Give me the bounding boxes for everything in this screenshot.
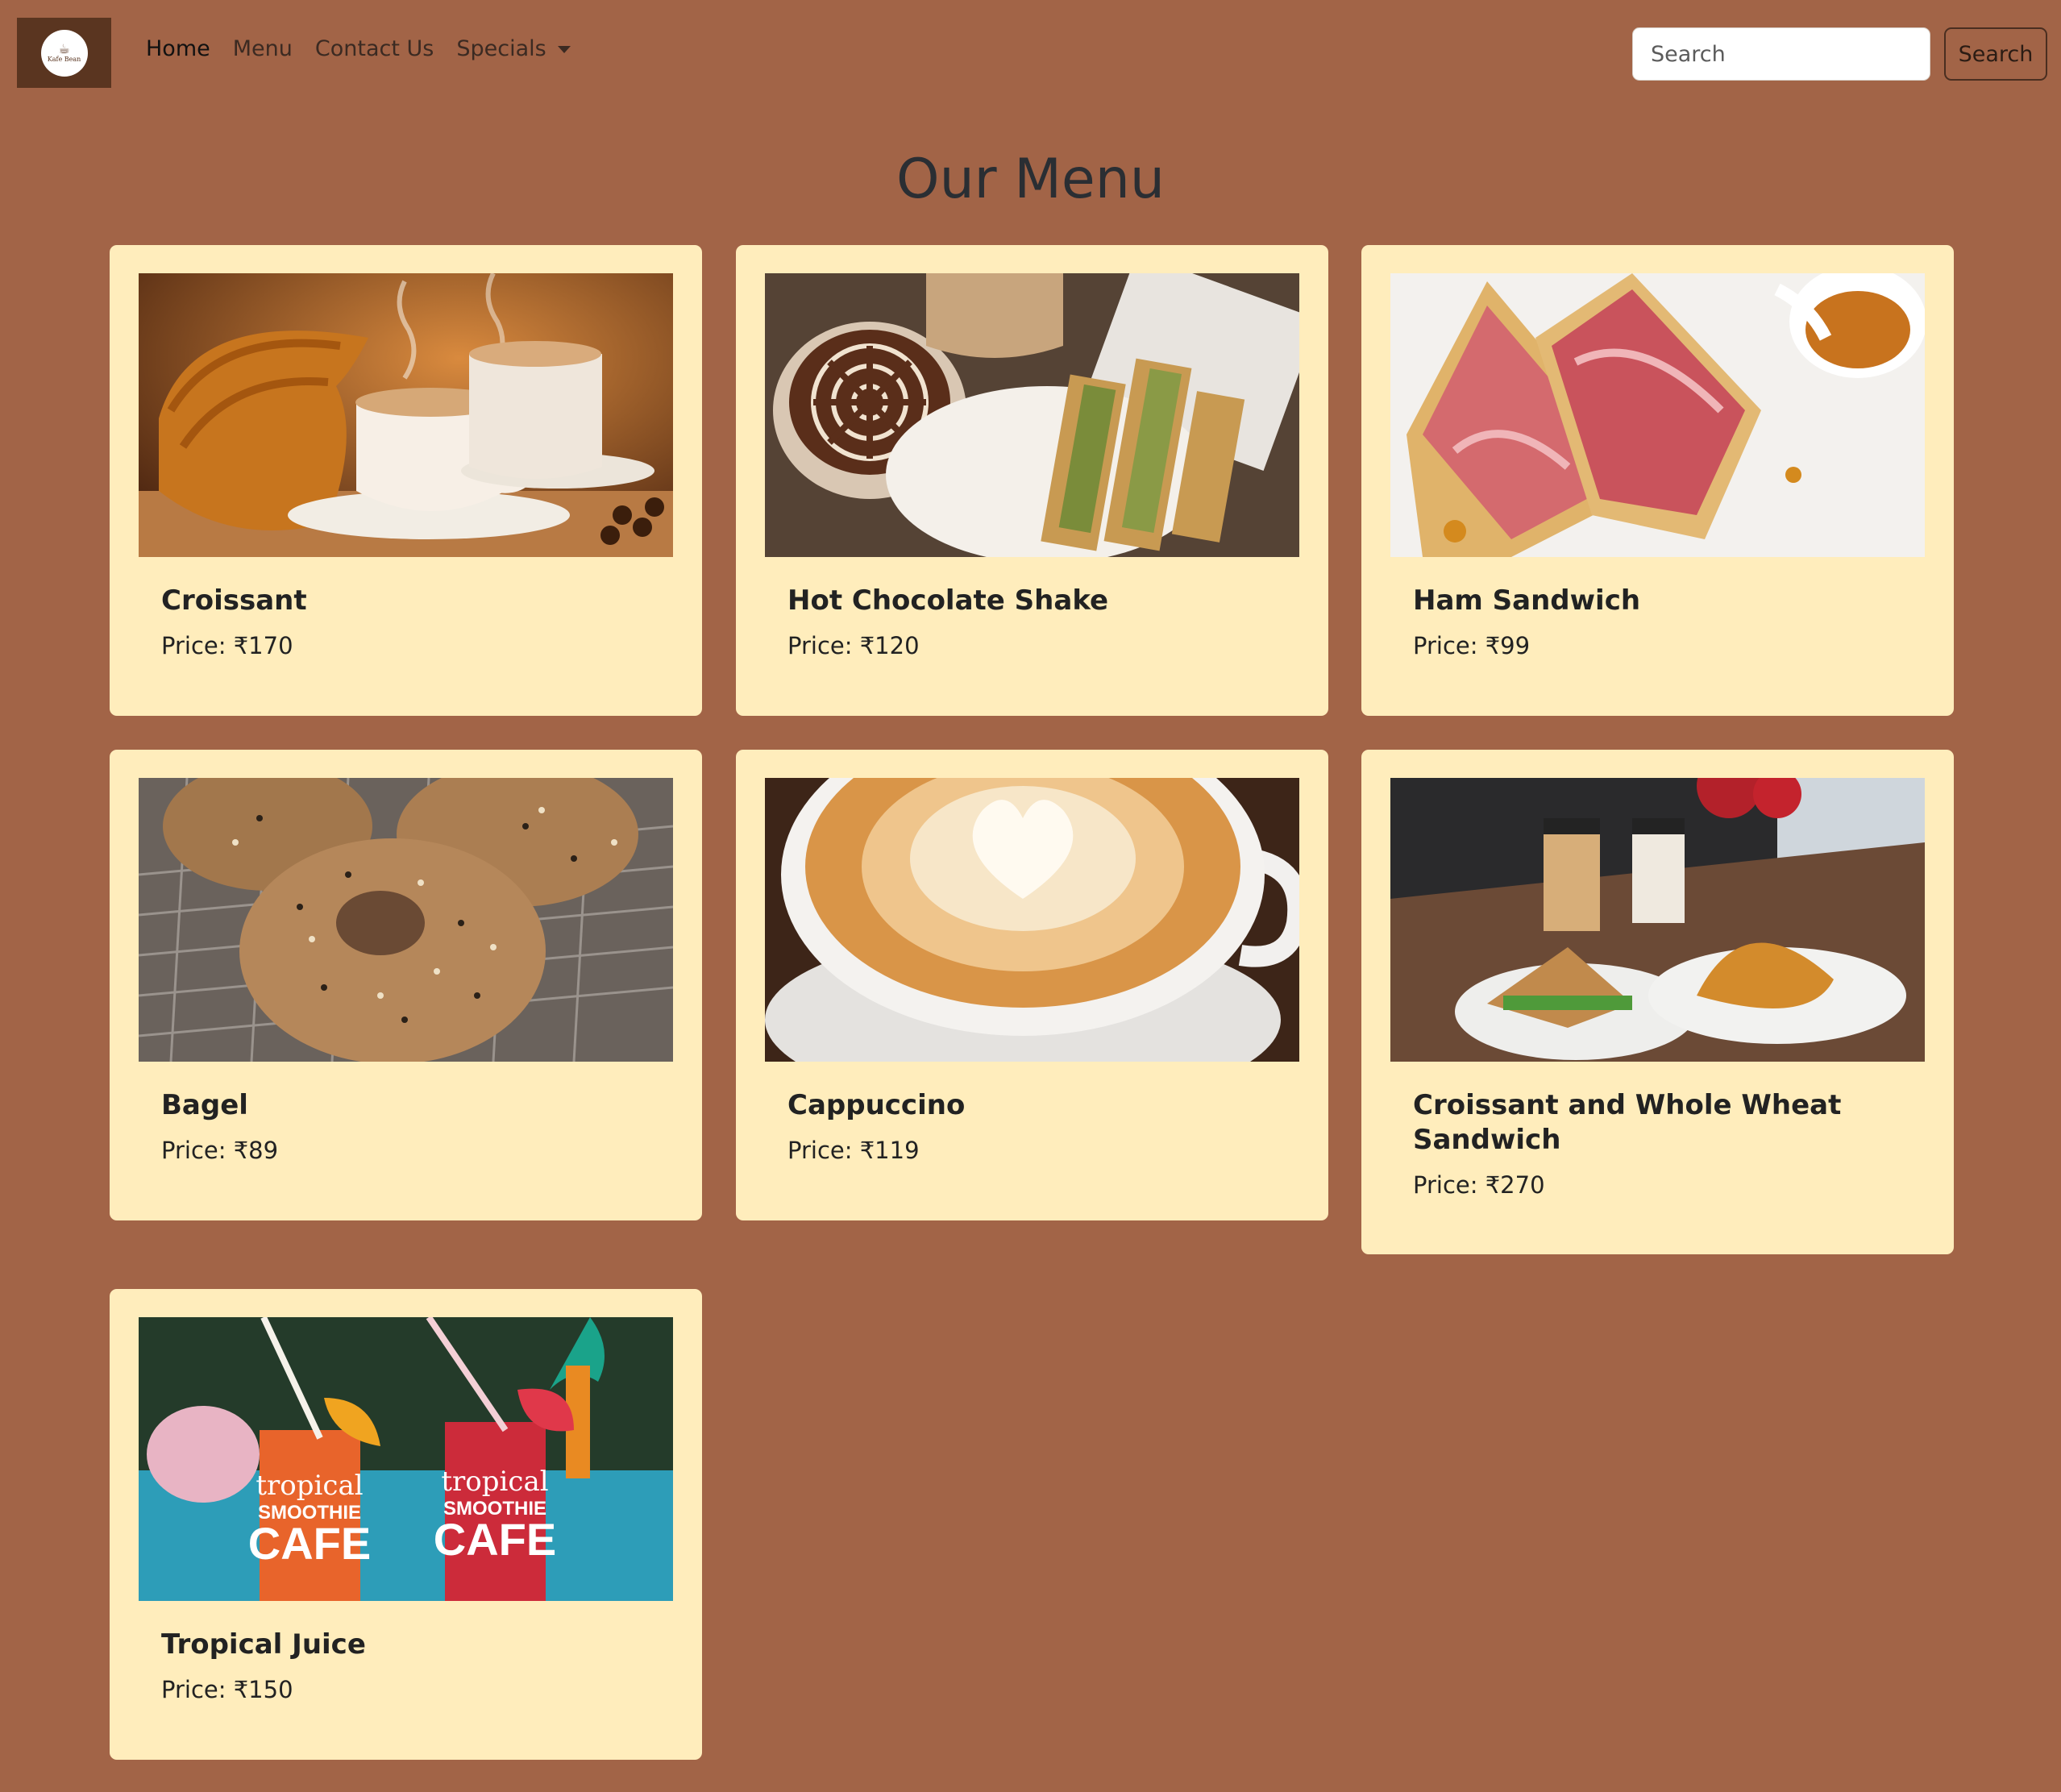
card-body: Hot Chocolate Shake Price: ₹120	[787, 584, 1279, 662]
item-price: Price: ₹120	[787, 632, 920, 659]
item-name: Ham Sandwich	[1413, 584, 1641, 617]
nav-links: Home Menu Contact Us Specials	[146, 36, 571, 61]
tropical-text: tropical	[441, 1466, 548, 1498]
tropical-text: tropical	[256, 1470, 363, 1502]
menu-card[interactable]: Ham Sandwich Price: ₹99	[1361, 245, 1954, 716]
bagel-image	[139, 778, 673, 1062]
menu-card[interactable]: Hot Chocolate Shake Price: ₹120	[736, 245, 1328, 716]
hot-chocolate-sandwich-image	[765, 273, 1299, 557]
card-body: Ham Sandwich Price: ₹99	[1413, 584, 1905, 662]
item-price: Price: ₹89	[161, 1137, 279, 1164]
search-input[interactable]	[1632, 27, 1930, 81]
item-name: Croissant	[161, 584, 307, 617]
card-body: Tropical Juice Price: ₹150	[161, 1628, 653, 1706]
nav-dropdown-specials-label: Specials	[456, 36, 546, 61]
logo-circle: ☕ Kafe Bean	[40, 29, 88, 77]
navbar: ☕ Kafe Bean Home Menu Contact Us Special…	[0, 0, 2061, 110]
item-price: Price: ₹99	[1413, 632, 1531, 659]
item-price: Price: ₹150	[161, 1676, 293, 1703]
menu-card[interactable]: tropical SMOOTHIE CAFE tropical SMOOTHIE…	[110, 1289, 702, 1760]
item-name: Hot Chocolate Shake	[787, 584, 1109, 617]
item-name: Cappuccino	[787, 1089, 966, 1121]
logo-text: Kafe Bean	[47, 56, 81, 63]
item-name: Tropical Juice	[161, 1628, 366, 1661]
nav-link-menu[interactable]: Menu	[233, 36, 293, 61]
cappuccino-image	[765, 778, 1299, 1062]
nav-dropdown-specials[interactable]: Specials	[456, 36, 571, 61]
tropical-juice-image: tropical SMOOTHIE CAFE tropical SMOOTHIE…	[139, 1317, 673, 1601]
card-body: Bagel Price: ₹89	[161, 1088, 653, 1166]
cafe-text: CAFE	[248, 1518, 371, 1569]
nav-link-home[interactable]: Home	[146, 36, 210, 61]
croissant-sandwich-combo-image	[1390, 778, 1925, 1062]
nav-link-contact-us[interactable]: Contact Us	[315, 36, 434, 61]
search-button[interactable]: Search	[1944, 27, 2047, 81]
menu-card[interactable]: Bagel Price: ₹89	[110, 750, 702, 1220]
item-name: Bagel	[161, 1089, 248, 1121]
card-body: Croissant Price: ₹170	[161, 584, 653, 662]
caret-down-icon	[557, 46, 571, 53]
card-body: Croissant and Whole Wheat Sandwich Price…	[1413, 1088, 1905, 1201]
item-price: Price: ₹119	[787, 1137, 920, 1164]
card-body: Cappuccino Price: ₹119	[787, 1088, 1279, 1166]
item-name: Croissant and Whole Wheat Sandwich	[1413, 1089, 1842, 1156]
menu-card[interactable]: Cappuccino Price: ₹119	[736, 750, 1328, 1220]
cafe-text: CAFE	[434, 1514, 556, 1565]
ham-sandwich-image	[1390, 273, 1925, 557]
coffee-cup-icon: ☕	[58, 41, 70, 56]
menu-card[interactable]: Croissant and Whole Wheat Sandwich Price…	[1361, 750, 1954, 1254]
item-price: Price: ₹170	[161, 632, 293, 659]
item-price: Price: ₹270	[1413, 1171, 1545, 1199]
brand-logo[interactable]: ☕ Kafe Bean	[17, 18, 111, 88]
menu-card[interactable]: Croissant Price: ₹170	[110, 245, 702, 716]
page-title: Our Menu	[896, 148, 1165, 211]
croissant-coffee-image	[139, 273, 673, 557]
